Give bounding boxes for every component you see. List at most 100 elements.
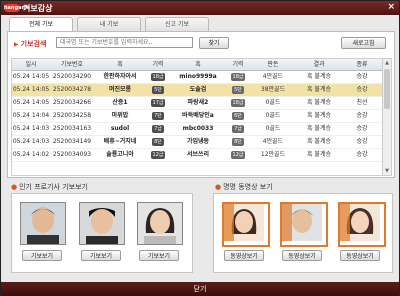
rank-badge: 7급 [152,125,164,133]
view-game-button[interactable]: 기보보기 [22,250,62,261]
scrollbar[interactable]: ▲ ▼ [382,59,391,175]
header-game-id: 기보번호 [60,61,84,68]
table-row[interactable]: 05.24 14:03 2520034163 sudol 7급 mbc0033 7급 0골드… [12,123,382,136]
rank-badge: 6단 [232,112,244,120]
close-button[interactable]: 닫기 [185,284,215,294]
cell-black-rank: 18급 [146,71,170,83]
cell-result: 흑 불계승 [307,138,331,145]
table-row[interactable]: 05.24 14:05 2520034278 며진모롱 5단 도솔검 5단 38만골드 흑 불… [12,84,382,97]
cell-black-rank: 17급 [146,97,170,109]
cell-type: 승강 [356,125,368,132]
refresh-button[interactable]: 새로고침 [341,37,386,49]
header-black-player: 흑 [117,61,123,68]
cell-white-rank: 8단 [226,136,250,148]
cell-datetime: 05.24 14:05 [12,73,50,80]
cell-black-player: 배휴~거지네 [103,138,137,145]
scroll-thumb[interactable] [384,69,390,109]
rank-badge: 5단 [232,86,244,94]
cell-white-player: mbc0033 [182,125,214,132]
dialog-window: hangame 기보감상 × 전체 기보 내 기보 신고 기보 ▶기보검색 찾기… [0,0,400,296]
header-white-rank: 기력 [232,61,244,68]
cell-stake: 38만골드 [260,86,286,93]
cell-game-id: 2520034278 [52,86,92,93]
cell-black-player: sudol [110,125,130,132]
cell-type: 승강 [356,151,368,158]
cell-stake: 4만골드 [262,138,284,145]
cell-black-player: 솔룡고니아 [106,151,134,158]
game-table: 일시 기보번호 흑 기력 흑 기력 판돈 결과 종류 05.24 14:05 25… [11,58,392,176]
scroll-up-icon[interactable]: ▲ [384,60,390,66]
video-section-title: ● 명명 동영상 보기 [215,183,273,191]
rank-badge: 18급 [150,73,166,81]
header-stake: 판돈 [267,61,279,68]
cell-stake: 0골드 [265,112,281,119]
pro-players-box: 기보보기 기보보기 기보보기 [11,193,193,273]
cell-white-player: 서브쓰리 [186,151,210,158]
cell-type: 승강 [356,138,368,145]
rank-badge: 8단 [152,138,164,146]
view-game-button[interactable]: 기보보기 [81,250,121,261]
view-video-button[interactable]: 동영상보기 [340,250,380,261]
table-row[interactable]: 05.24 14:05 2520034266 산증1 17급 파랑새2 18급 0골드 흑 불… [12,97,382,110]
table-row[interactable]: 05.24 14:03 2520034149 배휴~거지네 8단 가임냉동 8단 4만골드 흑… [12,136,382,149]
cell-black-rank: 7급 [146,123,170,135]
cell-result: 흑 불계승 [307,125,331,132]
pro-player-photo[interactable] [137,202,183,245]
cell-black-player: 며진모롱 [108,86,132,93]
view-video-button[interactable]: 동영상보기 [282,250,322,261]
pro-player-photo[interactable] [20,202,66,245]
video-thumbnail[interactable] [222,202,270,247]
bullet-icon: ● [11,183,18,191]
window-title: 기보감상 [23,4,53,13]
cell-white-rank: 12급 [226,149,250,161]
bullet-icon: ● [215,183,222,191]
pro-player-photo[interactable] [79,202,125,245]
close-icon[interactable]: × [387,2,395,12]
rank-badge: 7단 [152,112,164,120]
rank-badge: 7급 [232,125,244,133]
table-row[interactable]: 05.24 14:05 2520034290 한판하자아서 18급 mino9999a 1… [12,71,382,84]
cell-result: 흑 불계승 [307,112,331,119]
cell-black-player: 산증1 [112,99,128,106]
header-black-rank: 기력 [152,61,164,68]
tab-all-games[interactable]: 전체 기보 [9,17,73,32]
cell-white-rank: 5단 [226,84,250,96]
header-white-player: 흑 [195,61,201,68]
rank-badge: 12급 [230,151,246,159]
view-game-button[interactable]: 기보보기 [139,250,179,261]
cell-datetime: 05.24 14:02 [12,151,50,158]
header-datetime: 일시 [25,61,37,68]
search-label: ▶ 기보검색 [14,40,47,48]
cell-result: 흑 불계승 [307,99,331,106]
cell-black-player: 한판하자아서 [103,73,137,80]
video-thumbnail[interactable] [338,202,386,247]
find-button[interactable]: 찾기 [199,37,229,49]
cell-stake: 12만골드 [260,151,286,158]
pro-section-title: ● 인기 프로기사 기보보기 [11,183,88,191]
rank-badge: 8단 [232,138,244,146]
hangame-logo: hangame [4,4,31,12]
footer-bar: 닫기 [1,282,399,296]
cell-black-rank: 5단 [146,84,170,96]
table-row[interactable]: 05.24 14:02 2520034093 솔룡고니아 12급 서브쓰리 12급 12만골… [12,149,382,162]
view-video-button[interactable]: 동영상보기 [224,250,264,261]
game-list-panel: ▶기보검색 찾기 새로고침 일시 기보번호 흑 기력 흑 기력 판돈 결과 종류… [7,31,395,178]
rank-badge: 18급 [230,99,246,107]
cell-datetime: 05.24 14:05 [12,86,50,93]
cell-result: 흑 불계승 [307,86,331,93]
cell-white-rank: 18급 [226,71,250,83]
cell-datetime: 05.24 14:04 [12,112,50,119]
search-input[interactable] [56,37,193,48]
table-row[interactable]: 05.24 14:04 2520034258 마위밥 7단 바둑배당인a 6단 0골드 흑 불… [12,110,382,123]
tab-my-games[interactable]: 내 기보 [77,17,141,31]
video-thumbnail[interactable] [280,202,328,247]
cell-type: 승강 [356,86,368,93]
title-bar: hangame 기보감상 × [1,1,399,15]
header-type: 종류 [356,61,368,68]
rank-badge: 12급 [150,151,166,159]
cell-white-rank: 6단 [226,110,250,122]
cell-stake: 0골드 [265,125,281,132]
scroll-down-icon[interactable]: ▼ [384,168,390,174]
tab-reported-games[interactable]: 신고 기보 [145,17,209,31]
cell-white-player: 가임냉동 [186,138,210,145]
